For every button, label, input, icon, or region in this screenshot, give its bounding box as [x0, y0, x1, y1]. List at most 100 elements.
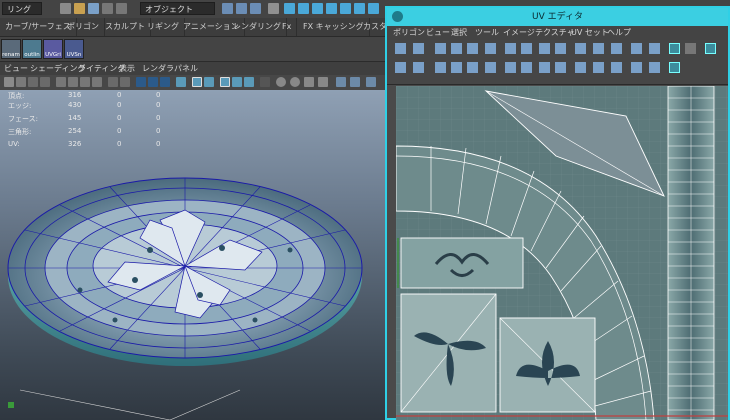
- uv-menu-view[interactable]: ビュー: [426, 26, 450, 40]
- uv-tweak-icon[interactable]: [395, 62, 406, 73]
- gamma-icon[interactable]: [350, 77, 360, 87]
- uv-menu-texture[interactable]: テクスチャ: [535, 26, 575, 40]
- uv-planar-icon[interactable]: [485, 62, 496, 73]
- uv-move-icon[interactable]: [539, 62, 550, 73]
- camera-attr-icon[interactable]: [16, 77, 26, 87]
- depth-of-field-icon[interactable]: [318, 77, 328, 87]
- select-component-icon[interactable]: [250, 3, 261, 14]
- uv-menu-select[interactable]: 選択: [451, 26, 467, 40]
- uv-snap-icon[interactable]: [593, 43, 604, 54]
- panel-menu-view[interactable]: ビュー: [4, 62, 28, 75]
- textured-icon[interactable]: [176, 77, 186, 87]
- snap-surface-icon[interactable]: [340, 3, 351, 14]
- uv-image-display-icon[interactable]: [669, 43, 680, 54]
- color-management-icon[interactable]: [366, 77, 376, 87]
- snap-vertex-icon[interactable]: [368, 3, 379, 14]
- xray-components-icon[interactable]: [244, 77, 254, 87]
- exposure-icon[interactable]: [336, 77, 346, 87]
- safe-action-icon[interactable]: [120, 77, 130, 87]
- uv-align-icon[interactable]: [539, 43, 550, 54]
- snap-view-icon[interactable]: [326, 3, 337, 14]
- uv-lattice-icon[interactable]: [413, 62, 424, 73]
- panel-menu-panels[interactable]: パネル: [174, 62, 198, 75]
- shelf-tab-fx[interactable]: Fx: [277, 18, 298, 36]
- undo-icon[interactable]: [102, 3, 113, 14]
- field-chart-icon[interactable]: [108, 77, 118, 87]
- snap-point-icon[interactable]: [312, 3, 323, 14]
- camera-select-icon[interactable]: [4, 77, 14, 87]
- uv-texture-canvas[interactable]: [396, 86, 728, 420]
- uv-layout-graph[interactable]: [396, 86, 728, 420]
- anti-aliasing-icon[interactable]: [304, 77, 314, 87]
- uv-pin-icon[interactable]: [451, 62, 462, 73]
- new-scene-icon[interactable]: [60, 3, 71, 14]
- isolate-select-icon[interactable]: [260, 77, 270, 87]
- uv-grid-icon[interactable]: [575, 43, 586, 54]
- uv-match-icon[interactable]: [611, 62, 622, 73]
- uv-select-mode-icon[interactable]: [395, 43, 406, 54]
- uv-stack-icon[interactable]: [631, 43, 642, 54]
- shadows-icon[interactable]: [204, 77, 214, 87]
- uv-normalize-icon[interactable]: [649, 43, 660, 54]
- uv-shading-icon[interactable]: [705, 43, 716, 54]
- gate-mask-icon[interactable]: [92, 77, 102, 87]
- snap-curve-icon[interactable]: [298, 3, 309, 14]
- uv-editor-title-bar[interactable]: UV エディタ: [387, 8, 728, 26]
- uv-flip-icon[interactable]: [505, 43, 516, 54]
- open-scene-icon[interactable]: [74, 3, 85, 14]
- panel-menu-show[interactable]: 表示: [119, 62, 135, 75]
- xray-icon[interactable]: [220, 77, 230, 87]
- uv-menu-image[interactable]: イメージ: [503, 26, 535, 40]
- wireframe-on-shaded-icon[interactable]: [160, 77, 170, 87]
- xray-joints-icon[interactable]: [232, 77, 242, 87]
- wireframe-icon[interactable]: [136, 77, 146, 87]
- circular-medallion-mesh[interactable]: [0, 90, 385, 420]
- film-gate-icon[interactable]: [68, 77, 78, 87]
- mode-menu-dropdown[interactable]: リング: [2, 2, 42, 15]
- uv-distribute-icon[interactable]: [611, 43, 622, 54]
- uv-smudge-icon[interactable]: [435, 62, 446, 73]
- uv-rotate-icon[interactable]: [521, 43, 532, 54]
- uv-menu-tool[interactable]: ツール: [475, 26, 499, 40]
- select-object-icon[interactable]: [236, 3, 247, 14]
- perspective-viewport[interactable]: 頂点: 316 0 0 エッジ: 430 0 0 フェース: 145 0 0 三…: [0, 90, 385, 420]
- uv-straighten-icon[interactable]: [555, 43, 566, 54]
- grid-toggle-icon[interactable]: [56, 77, 66, 87]
- uv-split-icon[interactable]: [593, 62, 604, 73]
- uv-shell-select-icon[interactable]: [413, 43, 424, 54]
- uv-menu-uvset[interactable]: UV セット: [571, 26, 609, 40]
- uv-checker-icon[interactable]: [685, 43, 696, 54]
- uv-texel-icon[interactable]: [649, 62, 660, 73]
- use-all-lights-icon[interactable]: [192, 77, 202, 87]
- select-hierarchy-icon[interactable]: [222, 3, 233, 14]
- uv-layout-icon[interactable]: [485, 43, 496, 54]
- shelf-button-uvgrid[interactable]: UVGri: [43, 39, 63, 59]
- mask-icon[interactable]: [268, 3, 279, 14]
- uv-optimize-icon[interactable]: [467, 62, 478, 73]
- uv-unfold-icon[interactable]: [467, 43, 478, 54]
- resolution-gate-icon[interactable]: [80, 77, 90, 87]
- motion-blur-icon[interactable]: [290, 77, 300, 87]
- uv-menu-polygons[interactable]: ポリゴン: [393, 26, 425, 40]
- redo-icon[interactable]: [116, 3, 127, 14]
- shelf-tab-polygons[interactable]: ポリゴン: [62, 18, 105, 36]
- uv-scale-icon[interactable]: [555, 62, 566, 73]
- uv-distortion-icon[interactable]: [669, 62, 680, 73]
- image-plane-icon[interactable]: [40, 77, 50, 87]
- save-scene-icon[interactable]: [88, 3, 99, 14]
- shelf-button-outliner[interactable]: outlin: [22, 39, 42, 59]
- uv-sew-icon[interactable]: [451, 43, 462, 54]
- ambient-occlusion-icon[interactable]: [276, 77, 286, 87]
- snap-live-icon[interactable]: [354, 3, 365, 14]
- uv-border-icon[interactable]: [631, 62, 642, 73]
- bookmark-icon[interactable]: [28, 77, 38, 87]
- smooth-shade-icon[interactable]: [148, 77, 158, 87]
- panel-menu-renderer[interactable]: レンダラ: [142, 62, 174, 75]
- snap-grid-icon[interactable]: [284, 3, 295, 14]
- uv-rotate-cw-icon[interactable]: [521, 62, 532, 73]
- shelf-button-rename[interactable]: renam: [1, 39, 21, 59]
- shelf-button-uvsnap[interactable]: UVSn: [64, 39, 84, 59]
- uv-menu-help[interactable]: ヘルプ: [607, 26, 631, 40]
- selection-mask-dropdown[interactable]: オブジェクト: [140, 2, 215, 15]
- uv-rotate-ccw-icon[interactable]: [505, 62, 516, 73]
